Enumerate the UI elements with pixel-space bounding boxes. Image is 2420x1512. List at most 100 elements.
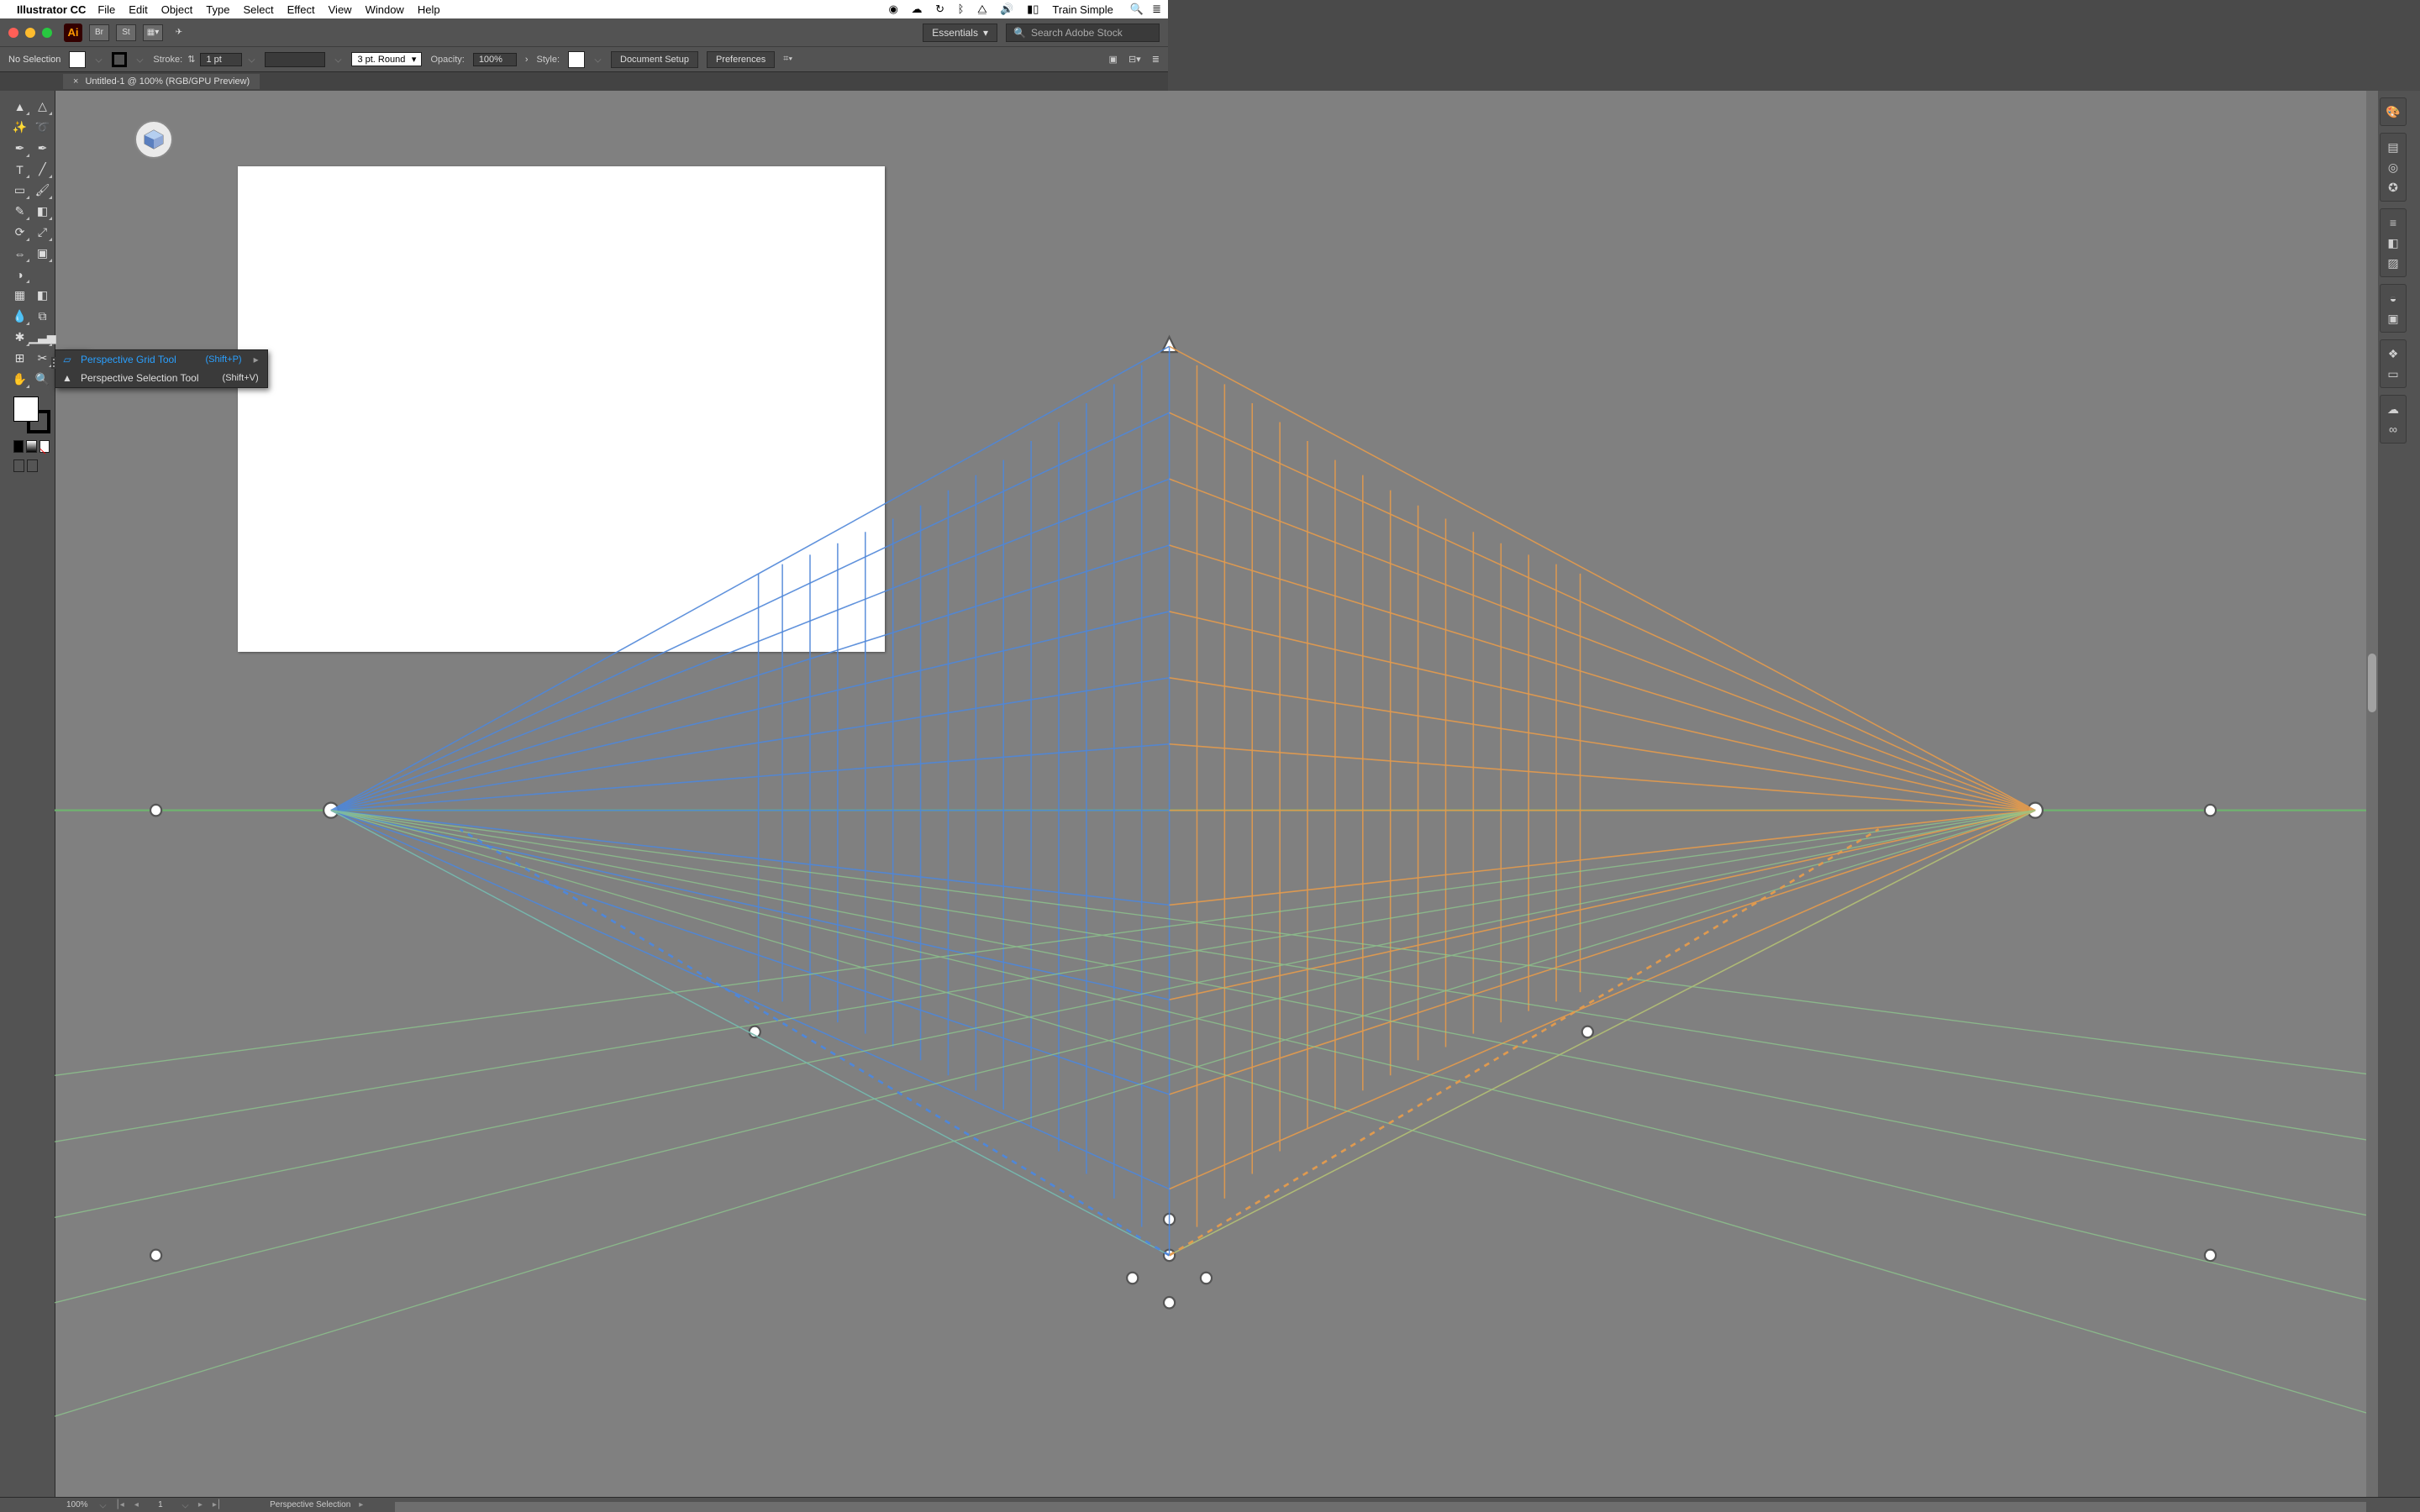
fill-dropdown[interactable] <box>96 56 103 63</box>
line-segment-tool[interactable]: ╱ <box>31 159 54 180</box>
free-transform-tool[interactable]: ▣ <box>31 243 54 264</box>
vertical-scrollbar[interactable] <box>2366 91 2378 1498</box>
transparency-panel-icon[interactable]: ▨ <box>2381 253 2405 273</box>
menu-object[interactable]: Object <box>161 3 193 16</box>
screen-mode-full[interactable] <box>27 459 38 472</box>
status-menu-arrow-icon[interactable]: ▸ <box>357 1500 365 1509</box>
bluetooth-icon[interactable]: ᛒ <box>958 3 965 15</box>
right-dock-gutter[interactable] <box>2407 91 2420 1498</box>
color-panel-icon[interactable]: 🎨 <box>2381 102 2405 122</box>
direct-selection-tool[interactable]: △ <box>31 96 54 117</box>
menu-view[interactable]: View <box>329 3 352 16</box>
type-tool[interactable]: T <box>8 159 31 180</box>
document-tab[interactable]: × Untitled-1 @ 100% (RGB/GPU Preview) <box>63 74 260 89</box>
rotate-tool[interactable]: ⟳ <box>8 222 31 243</box>
app-menu[interactable]: Illustrator CC <box>17 3 86 16</box>
scale-tool[interactable]: ⤢ <box>31 222 54 243</box>
battery-icon[interactable]: ▮▯ <box>1027 3 1039 15</box>
gradient-panel-icon[interactable]: ◧ <box>2381 233 2405 253</box>
layers-panel-icon[interactable]: ❖ <box>2381 344 2405 364</box>
prev-artboard-button[interactable]: ◂ <box>133 1500 140 1509</box>
first-artboard-button[interactable]: ⎮◂ <box>114 1500 126 1509</box>
paintbrush-tool[interactable]: 🖌 <box>31 180 54 201</box>
brush-definition-dropdown[interactable]: 3 pt. Round▾ <box>351 52 422 66</box>
preferences-button[interactable]: Preferences <box>707 51 775 68</box>
color-mode-solid[interactable] <box>13 440 24 453</box>
stroke-panel-icon[interactable]: ≡ <box>2381 213 2405 233</box>
width-tool[interactable]: ⇔ <box>8 243 31 264</box>
stock-button[interactable]: St <box>116 24 136 41</box>
menu-file[interactable]: File <box>97 3 115 16</box>
brushes-panel-icon[interactable]: ◎ <box>2381 157 2405 177</box>
artboard-dropdown[interactable] <box>182 1502 188 1509</box>
fill-color-box[interactable] <box>13 396 39 422</box>
adobe-stock-search[interactable]: 🔍 Search Adobe Stock <box>1006 24 1160 42</box>
graphic-style-dropdown[interactable] <box>595 56 602 63</box>
graphic-styles-panel-icon[interactable]: ▣ <box>2381 308 2405 328</box>
zoom-level-field[interactable]: 100% <box>63 1500 92 1509</box>
artboard-number-field[interactable]: 1 <box>147 1500 174 1509</box>
color-mode-gradient[interactable] <box>26 440 36 453</box>
stroke-swatch[interactable] <box>112 52 127 67</box>
horizontal-scrollbar[interactable] <box>395 1502 2366 1512</box>
curvature-tool[interactable]: ✒ <box>31 138 54 159</box>
arrange-documents-button[interactable]: ▦▾ <box>143 24 163 41</box>
menu-window[interactable]: Window <box>366 3 404 16</box>
color-mode-none[interactable]: ─ <box>39 440 50 453</box>
pen-tool[interactable]: ✒ <box>8 138 31 159</box>
macos-user[interactable]: Train Simple <box>1052 3 1113 16</box>
swatches-panel-icon[interactable]: ▤ <box>2381 137 2405 157</box>
zoom-tool[interactable]: 🔍 <box>31 369 54 390</box>
artboards-panel-icon[interactable]: ▭ <box>2381 364 2405 384</box>
volume-icon[interactable]: 🔊 <box>1000 3 1013 15</box>
stroke-dropdown[interactable] <box>137 56 144 63</box>
menu-select[interactable]: Select <box>243 3 273 16</box>
timemachine-icon[interactable]: ↻ <box>935 3 944 15</box>
lasso-tool[interactable]: ➰ <box>31 117 54 138</box>
cc-icon[interactable]: ∞ <box>2381 419 2405 439</box>
status-dot-icon[interactable]: ◉ <box>889 3 898 15</box>
eraser-tool[interactable]: ◧ <box>31 201 54 222</box>
width-profile-dropdown[interactable] <box>335 56 342 63</box>
gpu-preview-icon[interactable]: ✈ <box>170 25 188 40</box>
fill-stroke-control[interactable] <box>13 396 50 433</box>
tab-close-icon[interactable]: × <box>73 76 78 87</box>
panel-menu-icon[interactable]: ≣ <box>1152 55 1160 65</box>
vertical-scroll-thumb[interactable] <box>2368 654 2376 712</box>
canvas-area[interactable] <box>55 91 2378 1498</box>
mesh-tool[interactable]: ▦ <box>8 285 31 306</box>
gradient-tool[interactable]: ◧ <box>31 285 54 306</box>
flyout-item-perspective-selection[interactable]: ▲ Perspective Selection Tool (Shift+V) <box>55 369 267 387</box>
artbo& tool[interactable]: ⊞ <box>8 348 31 369</box>
flyout-item-perspective-grid[interactable]: ▱ Perspective Grid Tool (Shift+P) ▸ <box>55 350 267 369</box>
wifi-icon[interactable]: ⧋ <box>977 3 987 15</box>
hand-tool[interactable]: ✋ <box>8 369 31 390</box>
edit-toolbar-icon[interactable] <box>40 459 50 472</box>
rectangle-tool[interactable]: ▭ <box>8 180 31 201</box>
next-artboard-button[interactable]: ▸ <box>197 1500 204 1509</box>
notification-center-icon[interactable]: ≣ <box>1152 3 1161 16</box>
transform-panel-icon[interactable]: ▣ <box>1109 55 1118 65</box>
selection-tool[interactable]: ▲ <box>8 96 31 117</box>
variable-width-profile[interactable] <box>265 52 325 67</box>
zoom-dropdown[interactable] <box>99 1502 106 1509</box>
menu-edit[interactable]: Edit <box>129 3 147 16</box>
menu-type[interactable]: Type <box>206 3 229 16</box>
screen-mode-normal[interactable] <box>13 459 24 472</box>
shaper-tool[interactable]: ✎ <box>8 201 31 222</box>
symbols-panel-icon[interactable]: ✪ <box>2381 177 2405 197</box>
blend-tool[interactable]: ⧉ <box>31 306 54 327</box>
menu-help[interactable]: Help <box>418 3 440 16</box>
slice-tool[interactable]: ✂ <box>31 348 54 369</box>
graphic-style-swatch[interactable] <box>568 51 585 68</box>
window-close-button[interactable] <box>8 28 18 38</box>
symbol-sprayer-tool[interactable]: ✱ <box>8 327 31 348</box>
flyout-tearoff-handle[interactable] <box>51 357 55 369</box>
opacity-field[interactable]: 100% <box>473 53 517 66</box>
stroke-stepper-icon[interactable]: ⇅ <box>187 54 195 65</box>
column-graph-tool[interactable]: ▁▃▅ <box>31 327 54 348</box>
spotlight-icon[interactable]: 🔍 <box>1130 3 1144 16</box>
window-minimize-button[interactable] <box>25 28 35 38</box>
libraries-panel-icon[interactable]: ☁ <box>2381 399 2405 419</box>
opacity-dropdown-icon[interactable]: › <box>525 55 529 65</box>
